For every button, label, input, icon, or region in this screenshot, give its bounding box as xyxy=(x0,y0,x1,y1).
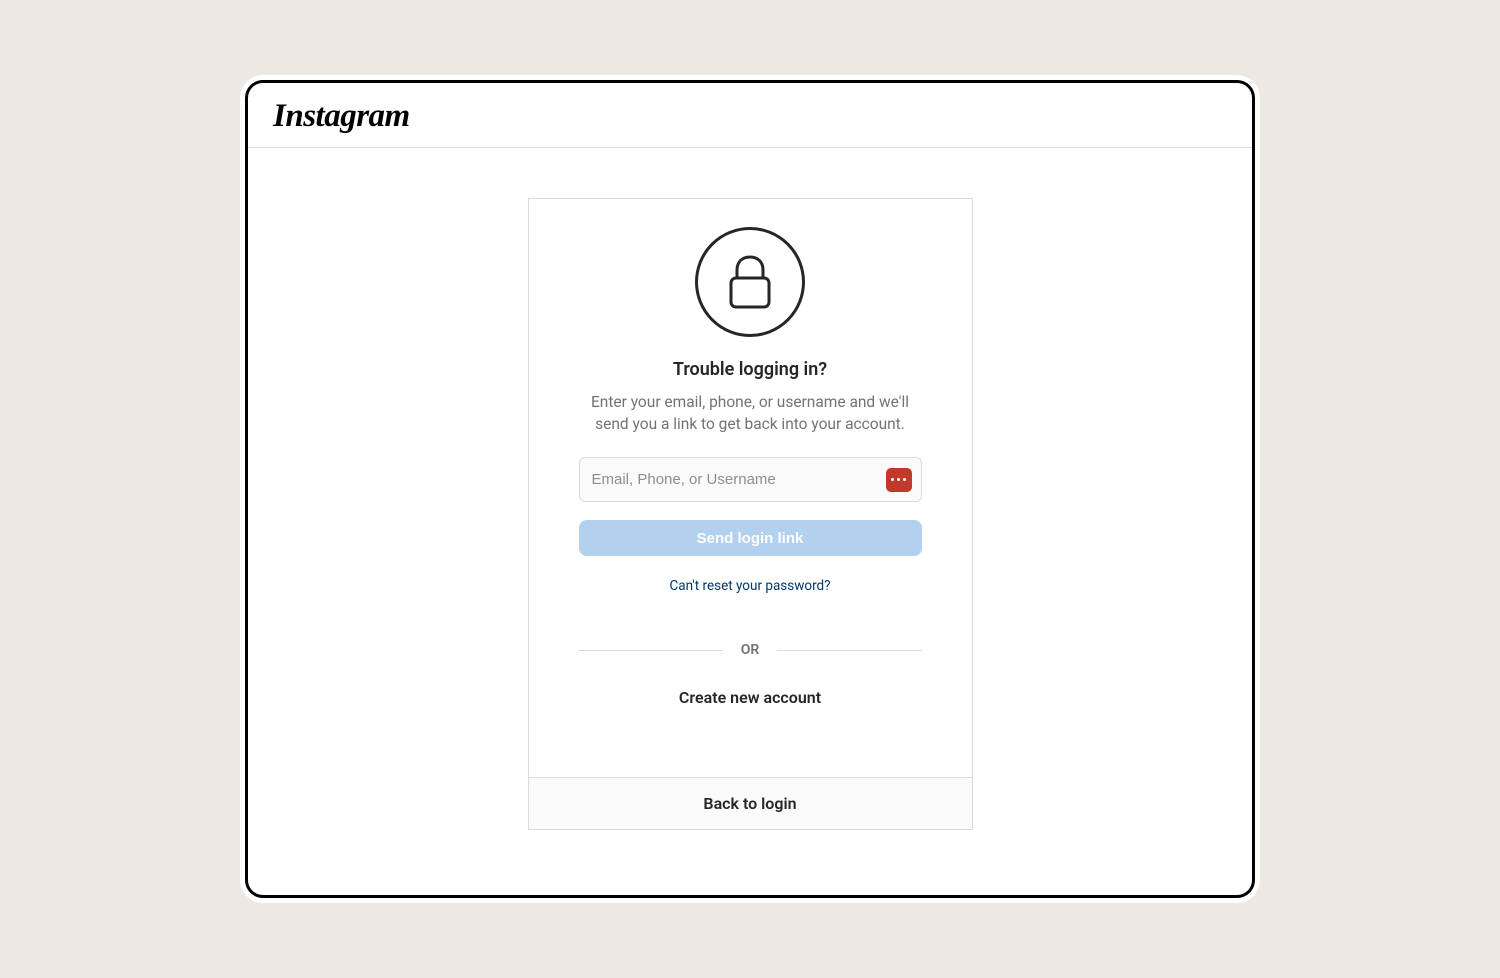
divider-line-right xyxy=(777,650,921,651)
password-manager-icon[interactable] xyxy=(886,468,912,492)
main-area: Trouble logging in? Enter your email, ph… xyxy=(248,148,1252,895)
brand-logo[interactable]: Instagram xyxy=(273,98,1227,135)
reset-card: Trouble logging in? Enter your email, ph… xyxy=(528,198,973,830)
divider-label: OR xyxy=(723,642,778,658)
lock-icon-circle xyxy=(695,227,805,337)
back-to-login-link[interactable]: Back to login xyxy=(703,794,796,813)
cant-reset-password-link[interactable]: Can't reset your password? xyxy=(669,578,830,594)
identifier-input[interactable] xyxy=(579,457,922,502)
lock-icon xyxy=(727,254,773,310)
card-title: Trouble logging in? xyxy=(673,359,827,380)
send-login-link-button[interactable]: Send login link xyxy=(579,520,922,556)
input-wrapper xyxy=(579,457,922,502)
card-body: Trouble logging in? Enter your email, ph… xyxy=(529,199,972,777)
header-bar: Instagram xyxy=(248,83,1252,148)
create-new-account-link[interactable]: Create new account xyxy=(679,688,821,707)
divider-line-left xyxy=(579,650,723,651)
card-subtitle: Enter your email, phone, or username and… xyxy=(579,392,922,435)
card-footer: Back to login xyxy=(529,777,972,829)
divider: OR xyxy=(579,642,922,658)
app-window: Instagram Trouble logging in? Enter your… xyxy=(245,80,1255,898)
